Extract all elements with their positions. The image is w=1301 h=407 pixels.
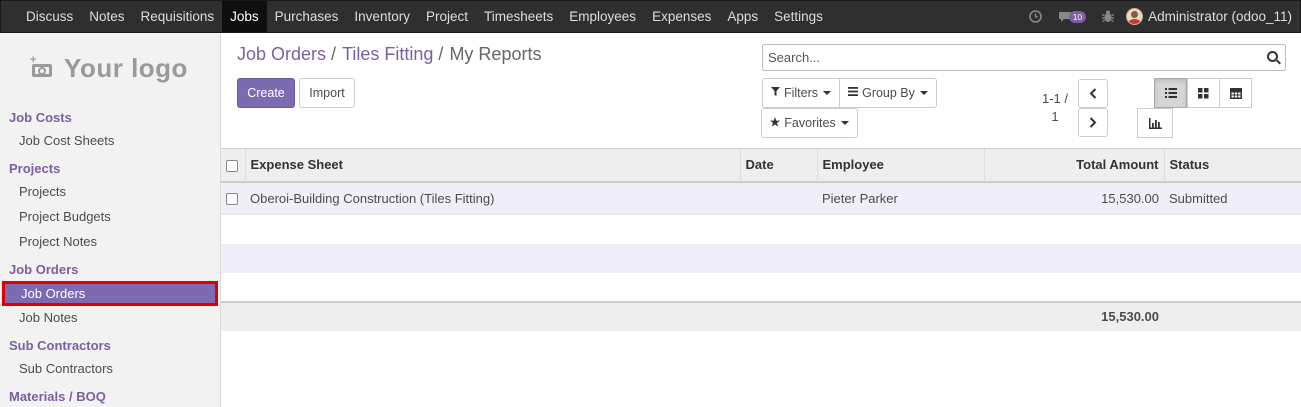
- menu-project[interactable]: Project: [418, 1, 476, 32]
- menu-employees[interactable]: Employees: [561, 1, 644, 32]
- pager-previous-button[interactable]: [1078, 79, 1108, 108]
- chevron-right-icon: [1089, 117, 1097, 128]
- cell-status: Submitted: [1164, 181, 1301, 215]
- table-footer-row: 15,530.00: [221, 300, 1301, 331]
- cell-employee: Pieter Parker: [817, 181, 984, 215]
- empty-row: [221, 272, 1301, 302]
- group-by-button[interactable]: Group By: [839, 78, 937, 108]
- bars-icon: [848, 87, 859, 99]
- menu-jobs[interactable]: Jobs: [222, 1, 267, 32]
- create-button[interactable]: Create: [237, 78, 295, 108]
- filter-icon: [770, 87, 780, 99]
- sidebar-item-job-notes[interactable]: Job Notes: [0, 306, 220, 331]
- sidebar-item-job-orders[interactable]: Job Orders: [2, 281, 218, 306]
- section-materials-boq: Materials / BOQ: [9, 389, 106, 404]
- table-icon: [1229, 87, 1242, 99]
- section-sub-contractors: Sub Contractors: [9, 338, 111, 353]
- search-box: [762, 44, 1286, 71]
- filters-button[interactable]: Filters: [762, 78, 840, 108]
- breadcrumb-job-orders[interactable]: Job Orders: [237, 44, 326, 64]
- menu-purchases[interactable]: Purchases: [267, 1, 347, 32]
- graph-view-button[interactable]: [1137, 108, 1173, 138]
- footer-total-amount: 15,530.00: [984, 300, 1164, 331]
- column-total-amount[interactable]: Total Amount: [983, 148, 1164, 183]
- sidebar-item-sub-contractors[interactable]: Sub Contractors: [0, 357, 220, 382]
- section-projects: Projects: [9, 161, 61, 176]
- breadcrumb: Job Orders / Tiles Fitting / My Reports: [237, 44, 542, 64]
- menu-requisitions[interactable]: Requisitions: [133, 1, 223, 32]
- systray: 10 Administrator (odoo_11): [1021, 1, 1300, 32]
- empty-row: [221, 243, 1301, 273]
- menu-expenses[interactable]: Expenses: [644, 1, 719, 32]
- breadcrumb-tiles-fitting[interactable]: Tiles Fitting: [342, 44, 433, 64]
- column-employee[interactable]: Employee: [816, 148, 984, 183]
- sidebar: + Your logo Job Costs Job Cost Sheets Pr…: [0, 33, 221, 407]
- filters-label: Filters: [783, 86, 819, 100]
- pager-total: 1: [1051, 109, 1059, 124]
- messages-badge: 10: [1068, 10, 1087, 23]
- expense-sheets-table: Expense Sheet Date Employee Total Amount…: [221, 148, 1301, 331]
- sidebar-item-job-cost-sheets[interactable]: Job Cost Sheets: [0, 129, 220, 154]
- menu-settings[interactable]: Settings: [766, 1, 831, 32]
- column-date[interactable]: Date: [739, 148, 817, 183]
- list-view-button[interactable]: [1154, 78, 1187, 108]
- pager-range: 1-1 /: [1041, 91, 1068, 106]
- select-all-checkbox[interactable]: [221, 148, 245, 183]
- logo-text: Your logo: [64, 52, 188, 83]
- favorites-button[interactable]: Favorites: [761, 108, 858, 138]
- kanban-view-button[interactable]: [1187, 78, 1220, 108]
- column-status[interactable]: Status: [1163, 148, 1301, 183]
- list-view: Expense Sheet Date Employee Total Amount…: [221, 148, 1301, 331]
- breadcrumb-current: My Reports: [449, 44, 542, 64]
- star-icon: [770, 116, 781, 130]
- pager-value: 1-1 / 1: [1036, 90, 1074, 126]
- menu-apps[interactable]: Apps: [719, 1, 766, 32]
- sidebar-item-project-budgets[interactable]: Project Budgets: [0, 205, 220, 230]
- menu-notes[interactable]: Notes: [81, 1, 132, 32]
- menu-inventory[interactable]: Inventory: [346, 1, 418, 32]
- user-menu[interactable]: Administrator (odoo_11): [1126, 8, 1292, 25]
- camera-icon: +: [30, 55, 54, 77]
- table-header-row: Expense Sheet Date Employee Total Amount…: [221, 148, 1301, 183]
- sidebar-item-project-notes[interactable]: Project Notes: [0, 230, 220, 255]
- company-logo[interactable]: + Your logo: [0, 33, 220, 103]
- kanban-icon: [1198, 87, 1209, 98]
- empty-row: [221, 214, 1301, 244]
- menu-timesheets[interactable]: Timesheets: [476, 1, 561, 32]
- top-navbar: Discuss Notes Requisitions Jobs Purchase…: [0, 0, 1301, 33]
- chevron-left-icon: [1089, 88, 1097, 99]
- favorites-label: Favorites: [784, 116, 836, 130]
- section-job-costs: Job Costs: [9, 110, 72, 125]
- cell-expense-sheet: Oberoi-Building Construction (Tiles Fitt…: [245, 181, 740, 215]
- sidebar-item-projects[interactable]: Projects: [0, 180, 220, 205]
- list-icon: [1164, 88, 1177, 98]
- app-menu: Discuss Notes Requisitions Jobs Purchase…: [1, 1, 831, 32]
- pivot-view-button[interactable]: [1219, 78, 1252, 108]
- pager-next-button[interactable]: [1078, 108, 1108, 137]
- clock-icon[interactable]: [1028, 10, 1042, 23]
- messages-icon[interactable]: 10: [1058, 10, 1087, 23]
- cell-date: [740, 181, 817, 215]
- group-by-label: Group By: [862, 86, 915, 100]
- menu-discuss[interactable]: Discuss: [18, 1, 81, 32]
- column-expense-sheet[interactable]: Expense Sheet: [244, 148, 740, 183]
- row-checkbox[interactable]: [221, 181, 245, 215]
- avatar: [1126, 8, 1144, 25]
- cell-total-amount: 15,530.00: [984, 181, 1164, 215]
- bug-icon[interactable]: [1102, 10, 1115, 23]
- search-input[interactable]: [768, 50, 1248, 65]
- caret-down-icon: [919, 91, 928, 95]
- caret-down-icon: [823, 91, 832, 95]
- bar-chart-icon: [1148, 117, 1162, 129]
- search-icon[interactable]: [1267, 51, 1281, 65]
- import-button[interactable]: Import: [299, 78, 355, 108]
- caret-down-icon: [840, 121, 849, 125]
- table-row[interactable]: Oberoi-Building Construction (Tiles Fitt…: [221, 181, 1301, 215]
- section-job-orders: Job Orders: [9, 262, 79, 277]
- user-name: Administrator (odoo_11): [1148, 9, 1292, 24]
